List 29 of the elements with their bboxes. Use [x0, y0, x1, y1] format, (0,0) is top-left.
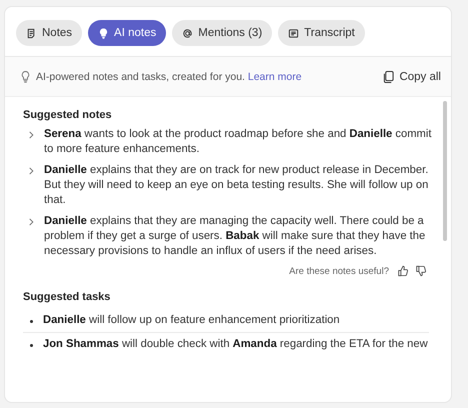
section-heading: Suggested notes — [23, 109, 113, 121]
thumbs-down-icon[interactable] — [415, 265, 427, 277]
bullet-icon — [30, 320, 33, 323]
lightbulb-icon — [98, 28, 110, 38]
chevron-icon[interactable] — [28, 130, 35, 140]
tab[interactable]: AI notes — [88, 20, 166, 46]
chevron-icon[interactable] — [28, 217, 35, 227]
copy-all-button[interactable]: Copy all — [383, 70, 441, 84]
learn-more-link[interactable]: Learn more — [248, 70, 302, 82]
scrollbar-thumb[interactable] — [443, 101, 447, 241]
chevron-icon[interactable] — [28, 166, 35, 176]
transcript-icon — [288, 28, 300, 38]
lightbulb-icon — [20, 70, 31, 84]
section-heading: Suggested tasks — [23, 291, 112, 303]
tab[interactable]: Notes — [16, 20, 82, 46]
tab[interactable]: Mentions (3) — [172, 20, 272, 46]
at-sign-icon — [182, 28, 194, 38]
note-text: Danielle explains that they are on track for new product release in December. But they will need to keep an eye on beta testing results. She will follow up on that. — [44, 163, 430, 208]
task-text: Jon Shammas will double check with Amanda regarding the ETA for the new — [43, 337, 428, 352]
note-text: Serena wants to look at the product roadmap before she and Danielle commit to more feature enhancements. — [44, 127, 432, 157]
bullet-icon — [30, 344, 33, 347]
copy-icon — [383, 70, 394, 84]
feedback-prompt: Are these notes useful? — [289, 266, 389, 276]
tab[interactable]: Transcript — [278, 20, 365, 46]
info-text: AI-powered notes and tasks, created for you. Learn more — [36, 70, 303, 82]
note-text: Danielle explains that they are managing the capacity well. There could be a problem if they get a surge of users. Babak will make sure that they have the necessary provisions to handle an influx of users if the need arises. — [44, 214, 426, 259]
thumbs-up-icon[interactable] — [397, 265, 409, 277]
task-text: Danielle will follow up on feature enhancement prioritization — [43, 313, 340, 328]
note-icon — [26, 28, 37, 38]
